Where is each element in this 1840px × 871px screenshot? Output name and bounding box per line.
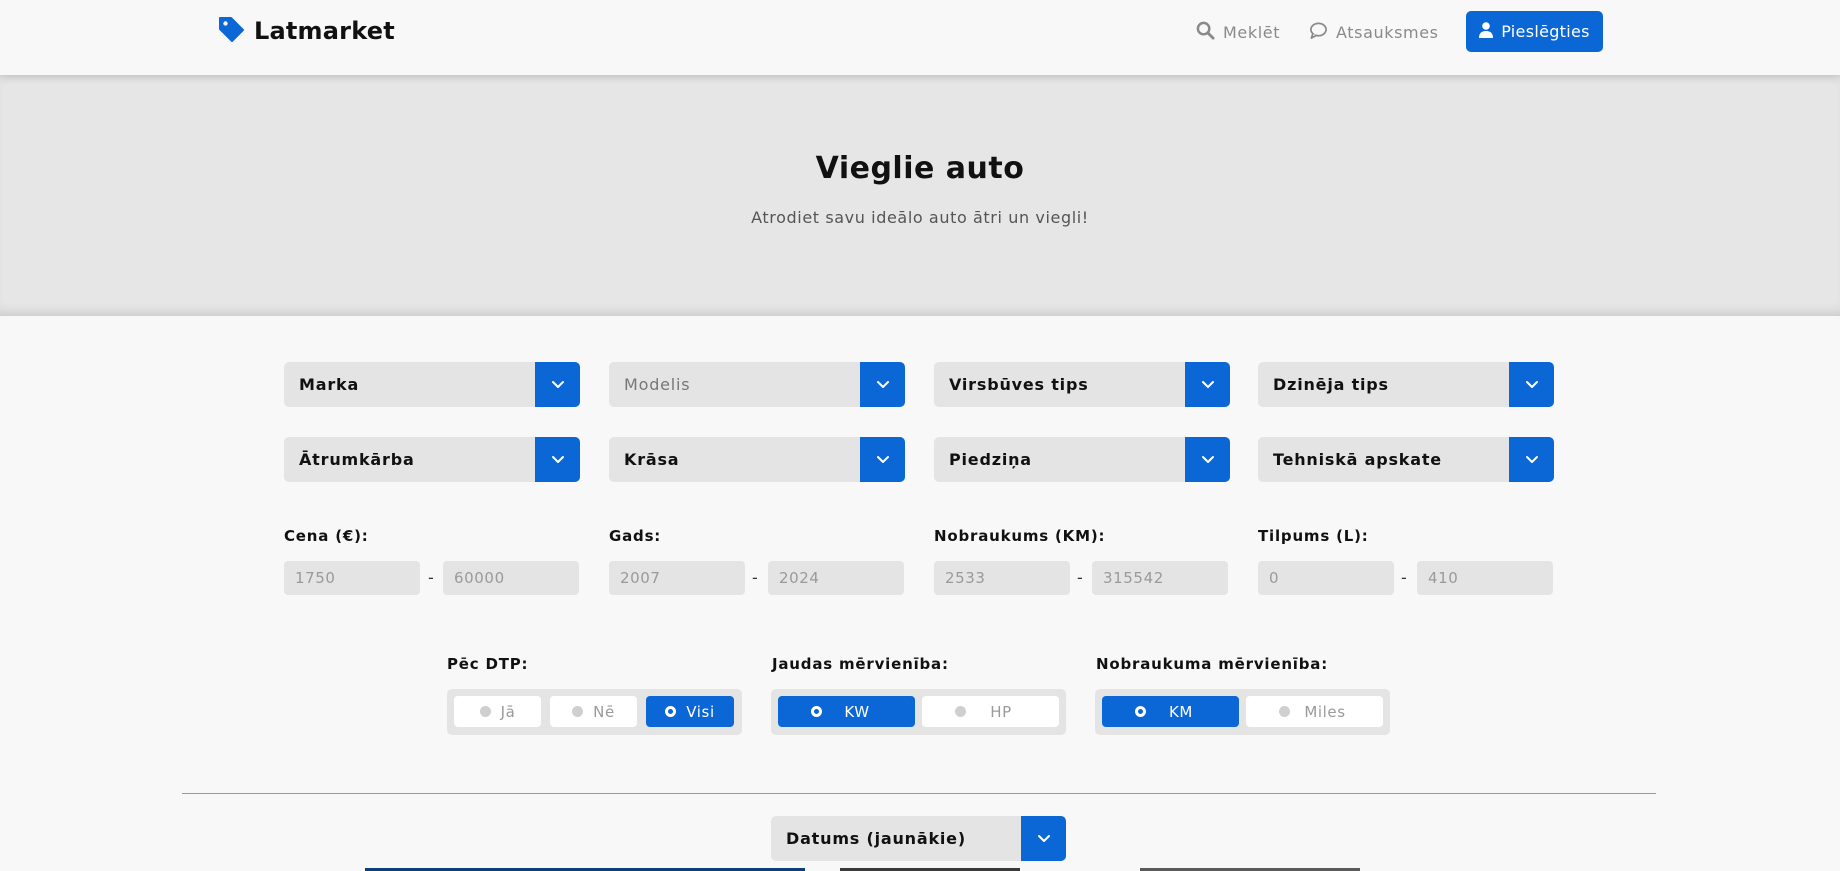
power-unit-toggle-group: KW HP bbox=[771, 689, 1066, 735]
section-divider bbox=[182, 793, 1656, 794]
chevron-down-icon[interactable] bbox=[1185, 362, 1230, 407]
radio-dot-icon bbox=[1135, 706, 1146, 717]
dtp-option-no[interactable]: Nē bbox=[550, 696, 637, 727]
dtp-option-yes[interactable]: Jā bbox=[454, 696, 541, 727]
nav-reviews-link[interactable]: Atsauksmes bbox=[1309, 20, 1439, 44]
radio-dot-icon bbox=[665, 706, 677, 717]
chevron-down-icon[interactable] bbox=[860, 437, 905, 482]
login-button[interactable]: Pieslēgties bbox=[1466, 11, 1603, 52]
mileage-min-input[interactable]: 2533 bbox=[934, 561, 1070, 595]
nav-search-link[interactable]: Meklēt bbox=[1196, 20, 1280, 44]
top-navigation-bar: Latmarket Meklēt Atsauksmes Pieslēgties bbox=[0, 0, 1840, 75]
price-range-label: Cena (€): bbox=[284, 527, 369, 545]
sort-select[interactable]: Datums (jaunākie) bbox=[771, 816, 1066, 861]
chevron-down-icon[interactable] bbox=[1509, 437, 1554, 482]
chevron-down-icon[interactable] bbox=[860, 362, 905, 407]
radio-dot-icon bbox=[572, 706, 584, 717]
user-icon bbox=[1479, 21, 1494, 42]
mileage-option-miles[interactable]: Miles bbox=[1246, 696, 1383, 727]
color-select[interactable]: Krāsa bbox=[609, 437, 905, 482]
radio-dot-icon bbox=[479, 706, 491, 717]
chevron-down-icon[interactable] bbox=[535, 437, 580, 482]
option-label: Nē bbox=[593, 702, 615, 721]
year-max-input[interactable]: 2024 bbox=[768, 561, 904, 595]
price-max-input[interactable]: 60000 bbox=[443, 561, 579, 595]
logo-text: Latmarket bbox=[254, 17, 395, 45]
mileage-max-input[interactable]: 315542 bbox=[1092, 561, 1228, 595]
range-separator: - bbox=[1401, 568, 1407, 587]
select-label: Piedziņa bbox=[949, 450, 1032, 469]
select-label: Marka bbox=[299, 375, 360, 394]
sort-label: Datums (jaunākie) bbox=[786, 829, 966, 848]
volume-range-label: Tilpums (L): bbox=[1258, 527, 1369, 545]
mileage-range-label: Nobraukums (KM): bbox=[934, 527, 1106, 545]
power-unit-label: Jaudas mērvienība: bbox=[772, 655, 949, 673]
radio-dot-icon bbox=[1279, 706, 1290, 717]
select-label: Krāsa bbox=[624, 450, 680, 469]
select-label: Tehniskā apskate bbox=[1273, 450, 1442, 469]
year-min-input[interactable]: 2007 bbox=[609, 561, 745, 595]
price-tag-icon bbox=[217, 15, 245, 47]
mileage-unit-label: Nobraukuma mērvienība: bbox=[1096, 655, 1328, 673]
nav-reviews-label: Atsauksmes bbox=[1336, 22, 1439, 42]
nav-search-label: Meklēt bbox=[1223, 22, 1281, 42]
option-label: Jā bbox=[500, 702, 516, 721]
select-label: Modelis bbox=[624, 375, 691, 394]
radio-dot-icon bbox=[811, 706, 822, 717]
gearbox-select[interactable]: Ātrumkārba bbox=[284, 437, 580, 482]
radio-dot-icon bbox=[955, 706, 966, 717]
range-separator: - bbox=[1077, 568, 1083, 587]
select-label: Ātrumkārba bbox=[299, 450, 415, 469]
power-option-kw[interactable]: KW bbox=[778, 696, 915, 727]
select-label: Virsbūves tips bbox=[949, 375, 1089, 394]
speech-bubble-icon bbox=[1309, 21, 1328, 44]
dtp-toggle-group: Jā Nē Visi bbox=[447, 689, 742, 735]
page-subtitle: Atrodiet savu ideālo auto ātri un viegli… bbox=[751, 208, 1089, 227]
search-icon bbox=[1196, 21, 1215, 44]
page-title: Vieglie auto bbox=[815, 151, 1025, 186]
mileage-unit-toggle-group: KM Miles bbox=[1095, 689, 1390, 735]
range-separator: - bbox=[428, 568, 434, 587]
dtp-option-all[interactable]: Visi bbox=[646, 696, 734, 727]
logo[interactable]: Latmarket bbox=[217, 15, 395, 47]
make-select[interactable]: Marka bbox=[284, 362, 580, 407]
dtp-label: Pēc DTP: bbox=[447, 655, 529, 673]
chevron-down-icon[interactable] bbox=[1509, 362, 1554, 407]
select-label: Dzinēja tips bbox=[1273, 375, 1389, 394]
volume-min-input[interactable]: 0 bbox=[1258, 561, 1394, 595]
option-label: HP bbox=[990, 702, 1012, 721]
mileage-option-km[interactable]: KM bbox=[1102, 696, 1239, 727]
option-label: Visi bbox=[686, 702, 715, 721]
chevron-down-icon[interactable] bbox=[1185, 437, 1230, 482]
option-label: KW bbox=[844, 702, 870, 721]
drivetrain-select[interactable]: Piedziņa bbox=[934, 437, 1230, 482]
inspection-select[interactable]: Tehniskā apskate bbox=[1258, 437, 1554, 482]
login-label: Pieslēgties bbox=[1501, 22, 1590, 41]
price-min-input[interactable]: 1750 bbox=[284, 561, 420, 595]
body-type-select[interactable]: Virsbūves tips bbox=[934, 362, 1230, 407]
option-label: Miles bbox=[1304, 702, 1346, 721]
range-separator: - bbox=[752, 568, 758, 587]
model-select[interactable]: Modelis bbox=[609, 362, 905, 407]
hero-banner bbox=[0, 75, 1840, 316]
option-label: KM bbox=[1169, 702, 1193, 721]
year-range-label: Gads: bbox=[609, 527, 662, 545]
chevron-down-icon[interactable] bbox=[1021, 816, 1066, 861]
chevron-down-icon[interactable] bbox=[535, 362, 580, 407]
engine-type-select[interactable]: Dzinēja tips bbox=[1258, 362, 1554, 407]
volume-max-input[interactable]: 410 bbox=[1417, 561, 1553, 595]
power-option-hp[interactable]: HP bbox=[922, 696, 1059, 727]
